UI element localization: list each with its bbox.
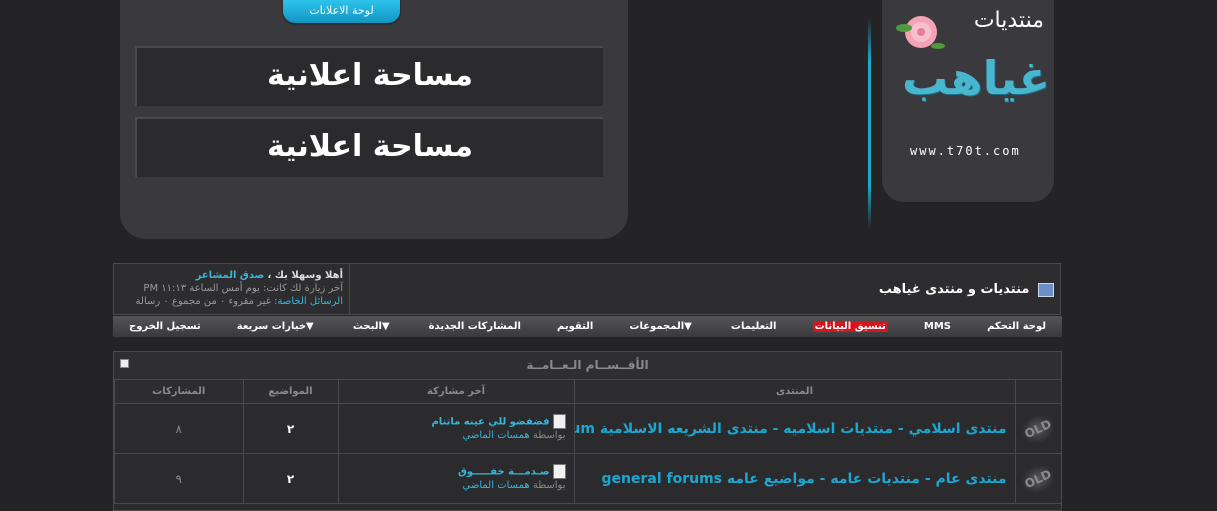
collapse-icon[interactable]	[120, 359, 129, 368]
table-header-row: المنتدى آخر مشاركة المواضيع المشاركات	[114, 380, 1061, 404]
logo-divider	[868, 18, 871, 228]
last-post-user[interactable]: همسات الماضي	[463, 430, 530, 441]
last-post-user[interactable]: همسات الماضي	[463, 480, 530, 491]
nav-data-format[interactable]: تنسيق البيانات	[812, 321, 888, 332]
caret-down-icon: ▼	[306, 321, 314, 332]
forum-title-text[interactable]: منتديات و منتدى غياهب	[879, 282, 1030, 297]
private-messages-link[interactable]: الرسائل الخاصة:	[274, 296, 343, 307]
category-header: الأقــســام الـعــامــة	[114, 352, 1061, 380]
col-status	[1014, 380, 1061, 404]
by-label: بواسطة	[532, 480, 566, 492]
forum-link[interactable]: منتدى اسلامي - منتديات اسلاميه - منتدى ا…	[573, 403, 1015, 454]
forum-status: OLD	[1014, 453, 1061, 504]
forum-link[interactable]: منتدى عام - منتديات عامه - مواضيع عامه g…	[573, 453, 1015, 504]
ad-space-2[interactable]: مساحة اعلانية	[135, 117, 603, 177]
col-threads: المواضيع	[242, 380, 338, 404]
nav-search-label: البحث	[352, 321, 382, 332]
by-label: بواسطة	[532, 430, 566, 442]
col-last-post: آخر مشاركة	[337, 380, 574, 404]
nav-calendar[interactable]: التقويم	[557, 321, 593, 332]
nav-new-posts[interactable]: المشاركات الجديدة	[429, 321, 521, 332]
forum-status: OLD	[1014, 403, 1061, 454]
caret-down-icon: ▼	[684, 321, 692, 332]
thread-count: ٢	[242, 403, 338, 454]
forum-category: الأقــســام الـعــامــة المنتدى آخر مشار…	[113, 351, 1062, 511]
post-count: ٩	[114, 453, 243, 504]
nav-mms[interactable]: MMS	[924, 321, 951, 332]
forum-table: المنتدى آخر مشاركة المواضيع المشاركات OL…	[114, 380, 1061, 504]
logo-top-text: منتديات	[973, 8, 1044, 33]
navbits-icon	[1038, 282, 1054, 297]
user-box: أهلا وسهلا بك ، صدق المشاعر آخر زيارة لك…	[114, 264, 350, 314]
nav-usercp[interactable]: لوحة التحكم	[987, 321, 1046, 332]
thread-icon	[552, 463, 566, 479]
main-navbar: لوحة التحكم MMS تنسيق البيانات التعليمات…	[113, 316, 1062, 337]
thread-count: ٢	[242, 453, 338, 504]
logo-url: www.t70t.com	[910, 144, 1021, 158]
nav-groups-label: المجموعات	[629, 321, 685, 332]
col-forum: المنتدى	[573, 380, 1015, 404]
pm-status: غير مقروء ٠ من مجموع ٠ رسالة	[135, 296, 271, 307]
last-post-title[interactable]: صـدمـــة خفـــــوق	[458, 466, 550, 477]
nav-logout[interactable]: تسجيل الخروج	[129, 321, 201, 332]
last-post: فضفضو للي عينه ماتنام بواسطة همسات الماض…	[337, 403, 574, 454]
nav-faq[interactable]: التعليمات	[731, 321, 777, 332]
old-status-icon: OLD	[1016, 458, 1060, 499]
thread-icon	[552, 413, 566, 429]
site-logo[interactable]: منتديات غياهب www.t70t.com	[882, 0, 1054, 202]
post-count: ٨	[114, 403, 243, 454]
username-link[interactable]: صدق المشاعر	[196, 270, 265, 281]
old-status-icon: OLD	[1016, 408, 1060, 449]
table-row: OLD منتدى عام - منتديات عامه - مواضيع عا…	[114, 453, 1061, 504]
col-posts: المشاركات	[114, 380, 243, 404]
table-row: OLD منتدى اسلامي - منتديات اسلاميه - منت…	[114, 403, 1061, 454]
caret-down-icon: ▼	[381, 321, 390, 332]
last-visit: آخر زيارة لك كانت: يوم أمس الساعة ١١:١٣ …	[143, 283, 343, 294]
welcome-bar: منتديات و منتدى غياهب أهلا وسهلا بك ، صد…	[113, 263, 1061, 315]
category-title[interactable]: الأقــســام الـعــامــة	[526, 358, 648, 372]
forum-title[interactable]: منتديات و منتدى غياهب	[879, 282, 1054, 297]
ad-board-tab[interactable]: لوحة الاعلانات	[283, 0, 400, 23]
logo-main-text: غياهب	[902, 51, 1051, 105]
ad-space-1[interactable]: مساحة اعلانية	[135, 46, 603, 106]
nav-quick-links[interactable]: خيارات سريعة▼	[237, 321, 317, 332]
nav-groups[interactable]: المجموعات▼	[629, 321, 694, 332]
greeting: أهلا وسهلا بك ،	[267, 270, 343, 281]
nav-quick-links-label: خيارات سريعة	[236, 321, 307, 332]
nav-search[interactable]: البحث▼	[353, 321, 393, 332]
last-post: صـدمـــة خفـــــوق بواسطة همسات الماضي	[337, 453, 574, 504]
last-post-title[interactable]: فضفضو للي عينه ماتنام	[431, 416, 549, 427]
